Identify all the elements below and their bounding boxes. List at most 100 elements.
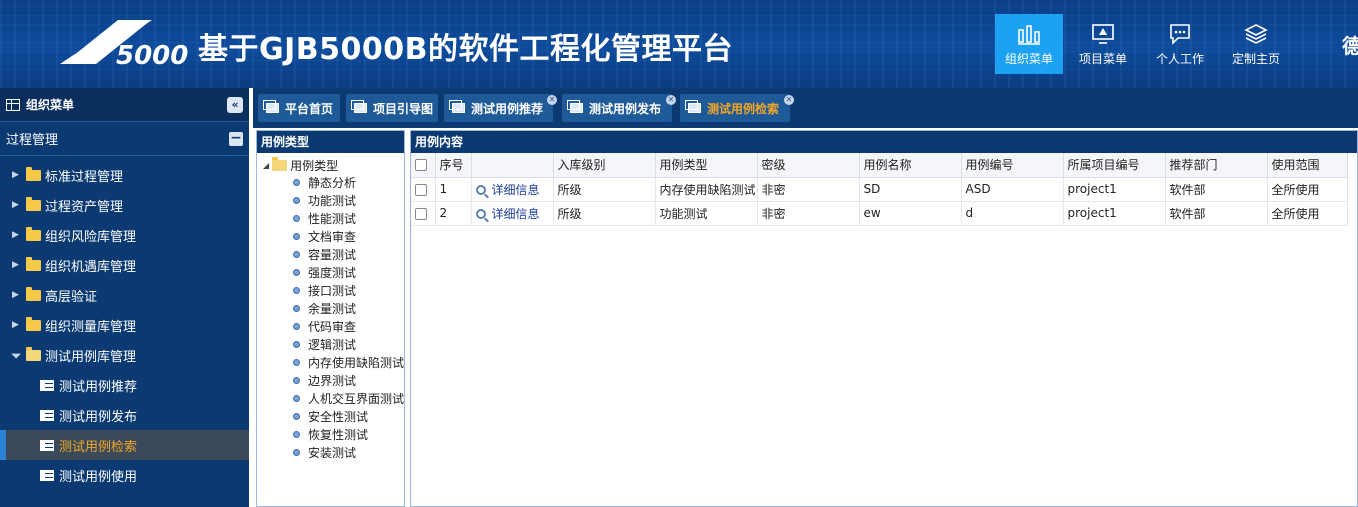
bar-chart-icon	[1018, 25, 1040, 45]
tab-publish[interactable]: 测试用例发布 ✕	[562, 94, 676, 122]
tree-node-label: 安装测试	[308, 445, 357, 460]
tree-node-label: 安全性测试	[308, 409, 369, 424]
sidebar-subitem-label: 测试用例检索	[59, 439, 138, 455]
close-icon[interactable]: ✕	[547, 95, 557, 105]
chevron-right-icon: ▶	[12, 320, 19, 330]
tree-leaf-icon	[293, 412, 300, 420]
sidebar-item[interactable]: ▶ 过程资产管理	[0, 190, 249, 220]
cell-dept: 软件部	[1165, 201, 1268, 226]
col-header-secret[interactable]: 密级	[757, 153, 860, 178]
tree-node[interactable]: 逻辑测试	[257, 335, 404, 353]
case-table: 序号 入库级别 用例类型 密级 用例名称 用例编号 所属项目编号 推荐部门 使用…	[411, 153, 1348, 226]
chevron-right-icon: ▶	[12, 290, 19, 300]
nav-org-menu[interactable]: 组织菜单	[995, 14, 1063, 74]
tree-node[interactable]: 功能测试	[257, 191, 404, 209]
detail-link[interactable]: 详细信息	[471, 177, 554, 202]
tab-project-guide[interactable]: 项目引导图	[346, 94, 438, 122]
tree-leaf-icon	[293, 394, 300, 402]
folder-icon	[26, 256, 41, 271]
close-icon[interactable]: ✕	[784, 95, 794, 105]
col-header-type[interactable]: 用例类型	[655, 153, 758, 178]
tree-node[interactable]: 边界测试	[257, 371, 404, 389]
folder-icon	[26, 316, 41, 331]
tree-node-label: 边界测试	[308, 373, 357, 388]
tree-node[interactable]: 容量测试	[257, 245, 404, 263]
sidebar-subitem[interactable]: 测试用例发布	[0, 400, 249, 430]
col-header-name[interactable]: 用例名称	[859, 153, 962, 178]
panel-title: 用例内容	[411, 131, 1357, 153]
tree-node-label: 功能测试	[308, 193, 357, 208]
sidebar-subitem[interactable]: 测试用例推荐	[0, 370, 249, 400]
nav-personal-work[interactable]: 个人工作	[1146, 14, 1214, 74]
nav-project-menu[interactable]: 项目菜单	[1069, 14, 1137, 74]
col-header-level[interactable]: 入库级别	[553, 153, 656, 178]
col-header-scope[interactable]: 使用范围	[1267, 153, 1348, 178]
sidebar-item[interactable]: ▶ 标准过程管理	[0, 160, 249, 190]
nav-custom-home[interactable]: 定制主页	[1222, 14, 1290, 74]
cell-no: 2	[435, 201, 472, 226]
tree-node[interactable]: 内存使用缺陷测试	[257, 353, 404, 371]
cell-name: SD	[859, 177, 962, 202]
detail-link[interactable]: 详细信息	[471, 201, 554, 226]
tree-node-label: 人机交互界面测试	[307, 391, 404, 406]
cell-level: 所级	[553, 177, 656, 202]
select-all-checkbox[interactable]	[411, 153, 436, 178]
search-icon	[475, 184, 486, 195]
sidebar-item[interactable]: ▶ 组织机遇库管理	[0, 250, 249, 280]
tree-node-label: 性能测试	[308, 211, 357, 226]
col-header-no[interactable]: 序号	[435, 153, 472, 178]
row-checkbox[interactable]	[411, 177, 436, 202]
group-collapse-icon[interactable]: −	[229, 131, 243, 146]
tree-root[interactable]: ◢ 用例类型	[257, 156, 404, 173]
sidebar-collapse-button[interactable]: «	[227, 97, 243, 113]
tree-node[interactable]: 静态分析	[257, 173, 404, 191]
monitor-icon	[1092, 24, 1114, 44]
tree-node[interactable]: 恢复性测试	[257, 425, 404, 443]
sidebar-item-label: 过程资产管理	[45, 199, 124, 215]
sidebar-subitem-active[interactable]: 测试用例检索	[0, 430, 249, 460]
panel-title: 用例类型	[257, 131, 404, 153]
tab-search[interactable]: 测试用例检索 ✕	[680, 94, 794, 122]
tree-node[interactable]: 性能测试	[257, 209, 404, 227]
sidebar-item-label: 高层验证	[45, 289, 98, 305]
table-row[interactable]: 1 详细信息 所级 内存使用缺陷测试 非密 SD ASD project1 软件…	[411, 177, 1348, 202]
tree-node-label: 余量测试	[308, 301, 357, 316]
checkbox-icon	[415, 183, 427, 196]
tree-node[interactable]: 安装测试	[257, 443, 404, 461]
tree-node-label: 接口测试	[308, 283, 357, 298]
folder-icon	[26, 286, 41, 301]
row-checkbox[interactable]	[411, 201, 436, 226]
tree-node[interactable]: 文档审查	[257, 227, 404, 245]
tab-recommend[interactable]: 测试用例推荐 ✕	[444, 94, 557, 122]
col-header-project[interactable]: 所属项目编号	[1063, 153, 1166, 178]
tree-leaf-icon	[293, 430, 300, 438]
tab-label: 平台首页	[285, 101, 334, 116]
tab-platform-home[interactable]: 平台首页	[258, 94, 340, 122]
tree-node[interactable]: 安全性测试	[257, 407, 404, 425]
detail-link-label[interactable]: 详细信息	[492, 183, 540, 197]
app-title: 基于GJB5000B的软件工程化管理平台	[198, 32, 734, 67]
tree-leaf-icon	[293, 268, 300, 276]
col-header-dept[interactable]: 推荐部门	[1165, 153, 1268, 178]
sidebar-item[interactable]: ▶ 高层验证	[0, 280, 249, 310]
sidebar-item[interactable]: ▶ 组织风险库管理	[0, 220, 249, 250]
tree-node[interactable]: 余量测试	[257, 299, 404, 317]
tree-node-label: 逻辑测试	[308, 337, 357, 352]
sidebar-item-label: 测试用例库管理	[45, 349, 137, 365]
col-header-code[interactable]: 用例编号	[961, 153, 1064, 178]
tree-node[interactable]: 人机交互界面测试	[257, 389, 404, 407]
sidebar-item-test-case-lib[interactable]: ◢ 测试用例库管理	[0, 340, 249, 370]
tree-node[interactable]: 代码审查	[257, 317, 404, 335]
close-icon[interactable]: ✕	[666, 95, 676, 105]
detail-link-label[interactable]: 详细信息	[492, 207, 540, 221]
cell-type: 功能测试	[655, 201, 758, 226]
cell-project: project1	[1063, 177, 1166, 202]
sidebar-item[interactable]: ▶ 组织测量库管理	[0, 310, 249, 340]
sidebar-group-process[interactable]: 过程管理 −	[0, 122, 249, 156]
sidebar: 组织菜单 « 过程管理 − ▶ 标准过程管理 ▶ 过程资产管理 ▶ 组织风险库管理 ▶…	[0, 88, 249, 507]
tab-label: 项目引导图	[373, 101, 434, 116]
tree-node[interactable]: 强度测试	[257, 263, 404, 281]
sidebar-subitem[interactable]: 测试用例使用	[0, 460, 249, 490]
table-row[interactable]: 2 详细信息 所级 功能测试 非密 ew d project1 软件部 全所使用	[411, 201, 1348, 226]
tree-node[interactable]: 接口测试	[257, 281, 404, 299]
